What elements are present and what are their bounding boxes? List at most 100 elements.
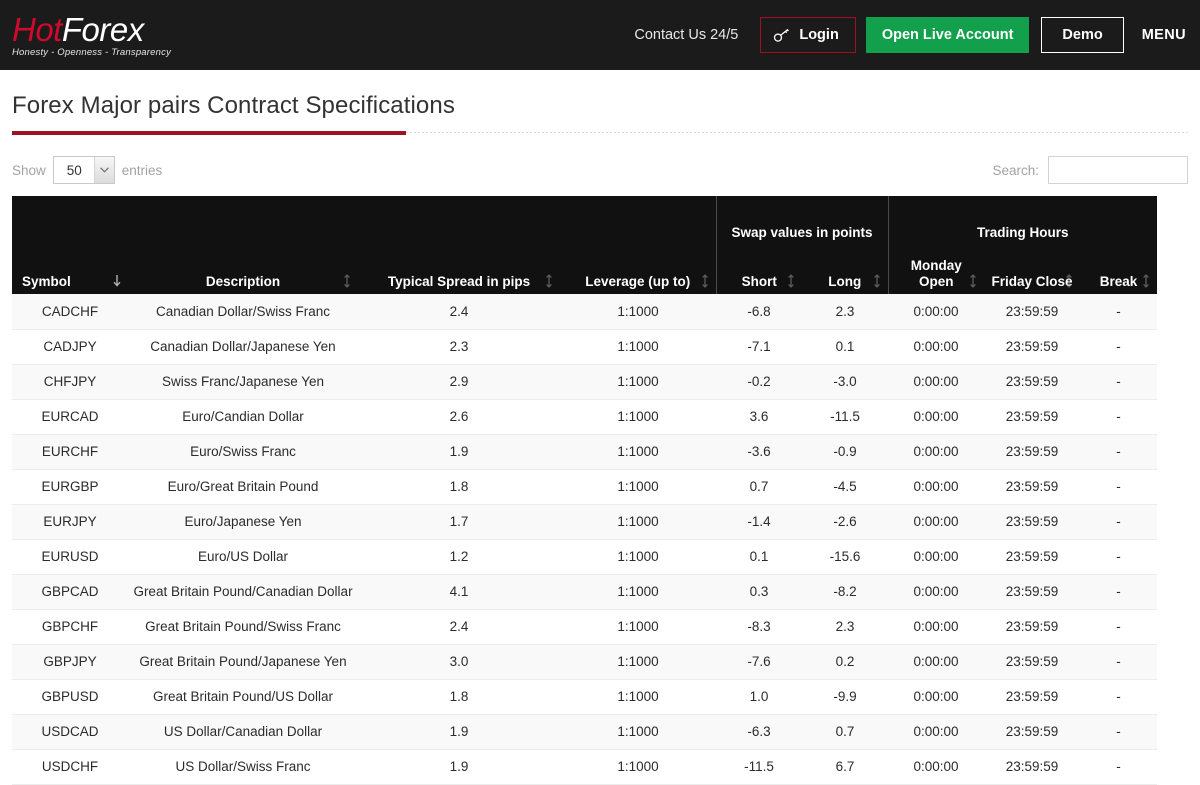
show-label: Show [12,162,46,178]
cell-break: - [1080,364,1158,400]
cell-friday_close: 23:59:59 [984,644,1081,680]
cell-spread: 1.7 [358,504,560,540]
cell-short: -6.8 [716,294,802,330]
cell-leverage: 1:1000 [560,469,716,505]
cell-spread: 3.0 [358,644,560,680]
cell-symbol[interactable]: GBPCAD [12,574,128,610]
open-live-account-label: Open Live Account [881,27,1014,43]
cell-symbol[interactable]: USDCHF [12,749,128,785]
cell-monday_open: 0:00:00 [888,329,985,365]
cell-symbol[interactable]: GBPCHF [12,609,128,645]
cell-symbol[interactable]: EURCAD [12,399,128,435]
cell-description: Euro/Great Britain Pound [128,469,358,505]
cell-leverage: 1:1000 [560,399,716,435]
cell-symbol[interactable]: EURCHF [12,434,128,470]
sort-both-icon [872,274,882,288]
page-content: Forex Major pairs Contract Specification… [0,92,1200,785]
column-header-break[interactable]: Break [1080,242,1158,294]
column-header-spread[interactable]: Typical Spread in pips [358,242,560,294]
page-title: Forex Major pairs Contract Specification… [12,92,455,119]
column-header-description[interactable]: Description [128,242,358,294]
cell-short: -3.6 [716,434,802,470]
group-header-blank [12,196,716,242]
table-head: Swap values in points Trading Hours Symb… [12,196,1158,294]
column-header-long[interactable]: Long [802,242,889,294]
login-button[interactable]: Login [760,17,856,53]
cell-symbol[interactable]: USDCAD [12,714,128,750]
cell-leverage: 1:1000 [560,749,716,785]
cell-short: -7.6 [716,644,802,680]
cell-leverage: 1:1000 [560,329,716,365]
cell-description: Euro/US Dollar [128,539,358,575]
contact-us-link[interactable]: Contact Us 24/5 [634,27,738,43]
open-live-account-button[interactable]: Open Live Account [865,17,1030,53]
cell-symbol[interactable]: CHFJPY [12,364,128,400]
cell-description: US Dollar/Swiss Franc [128,749,358,785]
table-row: CADCHF Canadian Dollar/Swiss Franc 2.4 1:10… [12,294,1158,330]
column-header-friday-close[interactable]: Friday Close [984,242,1081,294]
cell-description: Swiss Franc/Japanese Yen [128,364,358,400]
table-column-header-row: Symbol Description Typical Spread in pip… [12,242,1158,294]
cell-friday_close: 23:59:59 [984,399,1081,435]
cell-long: -0.9 [802,434,889,470]
cell-leverage: 1:1000 [560,539,716,575]
chevron-down-icon [93,157,114,183]
cell-break: - [1080,609,1158,645]
cell-friday_close: 23:59:59 [984,749,1081,785]
cell-symbol[interactable]: CADCHF [12,294,128,330]
search-filter-control: Search: [992,156,1188,184]
cell-symbol[interactable]: EURUSD [12,539,128,575]
entries-select[interactable]: 50 [52,156,115,184]
cell-short: -8.3 [716,609,802,645]
cell-description: Great Britain Pound/Swiss Franc [128,609,358,645]
cell-description: Canadian Dollar/Japanese Yen [128,329,358,365]
entries-label: entries [121,162,163,178]
site-header: HotForex Honesty - Openness - Transparen… [0,0,1200,70]
cell-spread: 4.1 [358,574,560,610]
cell-leverage: 1:1000 [560,574,716,610]
cell-symbol[interactable]: EURJPY [12,504,128,540]
cell-leverage: 1:1000 [560,644,716,680]
cell-symbol[interactable]: GBPJPY [12,644,128,680]
cell-symbol[interactable]: EURGBP [12,469,128,505]
cell-break: - [1080,329,1158,365]
demo-button[interactable]: Demo [1041,17,1124,53]
cell-friday_close: 23:59:59 [984,539,1081,575]
column-header-leverage[interactable]: Leverage (up to) [560,242,716,294]
cell-break: - [1080,434,1158,470]
cell-short: 3.6 [716,399,802,435]
column-header-short[interactable]: Short [715,242,802,294]
datatable-controls: Show 50 entries Search: [12,155,1188,185]
table-row: GBPJPY Great Britain Pound/Japanese Yen 3.… [12,644,1158,680]
cell-long: -4.5 [802,469,889,505]
sort-both-icon [786,274,796,288]
cell-break: - [1080,679,1158,715]
column-header-symbol[interactable]: Symbol [12,242,128,294]
cell-friday_close: 23:59:59 [984,469,1081,505]
table-row: CHFJPY Swiss Franc/Japanese Yen 2.9 1:1000-… [12,364,1158,400]
search-input[interactable] [1048,156,1188,184]
cell-leverage: 1:1000 [560,364,716,400]
hotforex-logo[interactable]: HotForex Honesty - Openness - Transparen… [12,13,172,58]
header-nav: Contact Us 24/5 Login Open Live Account … [634,0,1200,70]
cell-symbol[interactable]: CADJPY [12,329,128,365]
cell-short: -1.4 [716,504,802,540]
cell-description: Euro/Japanese Yen [128,504,358,540]
cell-friday_close: 23:59:59 [984,504,1081,540]
cell-break: - [1080,714,1158,750]
cell-spread: 1.8 [358,469,560,505]
sort-both-icon [700,274,710,288]
sort-both-icon [1141,274,1151,288]
menu-button[interactable]: MENU [1142,27,1186,43]
column-header-monday-open[interactable]: Monday Open [888,242,985,294]
search-label: Search: [992,162,1039,178]
cell-break: - [1080,294,1158,330]
cell-short: -7.1 [716,329,802,365]
table-row: EURJPY Euro/Japanese Yen 1.7 1:1000 -1.4 -2.6… [12,504,1158,540]
cell-symbol[interactable]: GBPUSD [12,679,128,715]
cell-leverage: 1:1000 [560,679,716,715]
cell-spread: 1.2 [358,539,560,575]
logo-tagline: Honesty - Openness - Transparency [12,46,172,58]
column-header-symbol-label: Symbol [22,274,71,290]
cell-long: 0.2 [802,644,889,680]
